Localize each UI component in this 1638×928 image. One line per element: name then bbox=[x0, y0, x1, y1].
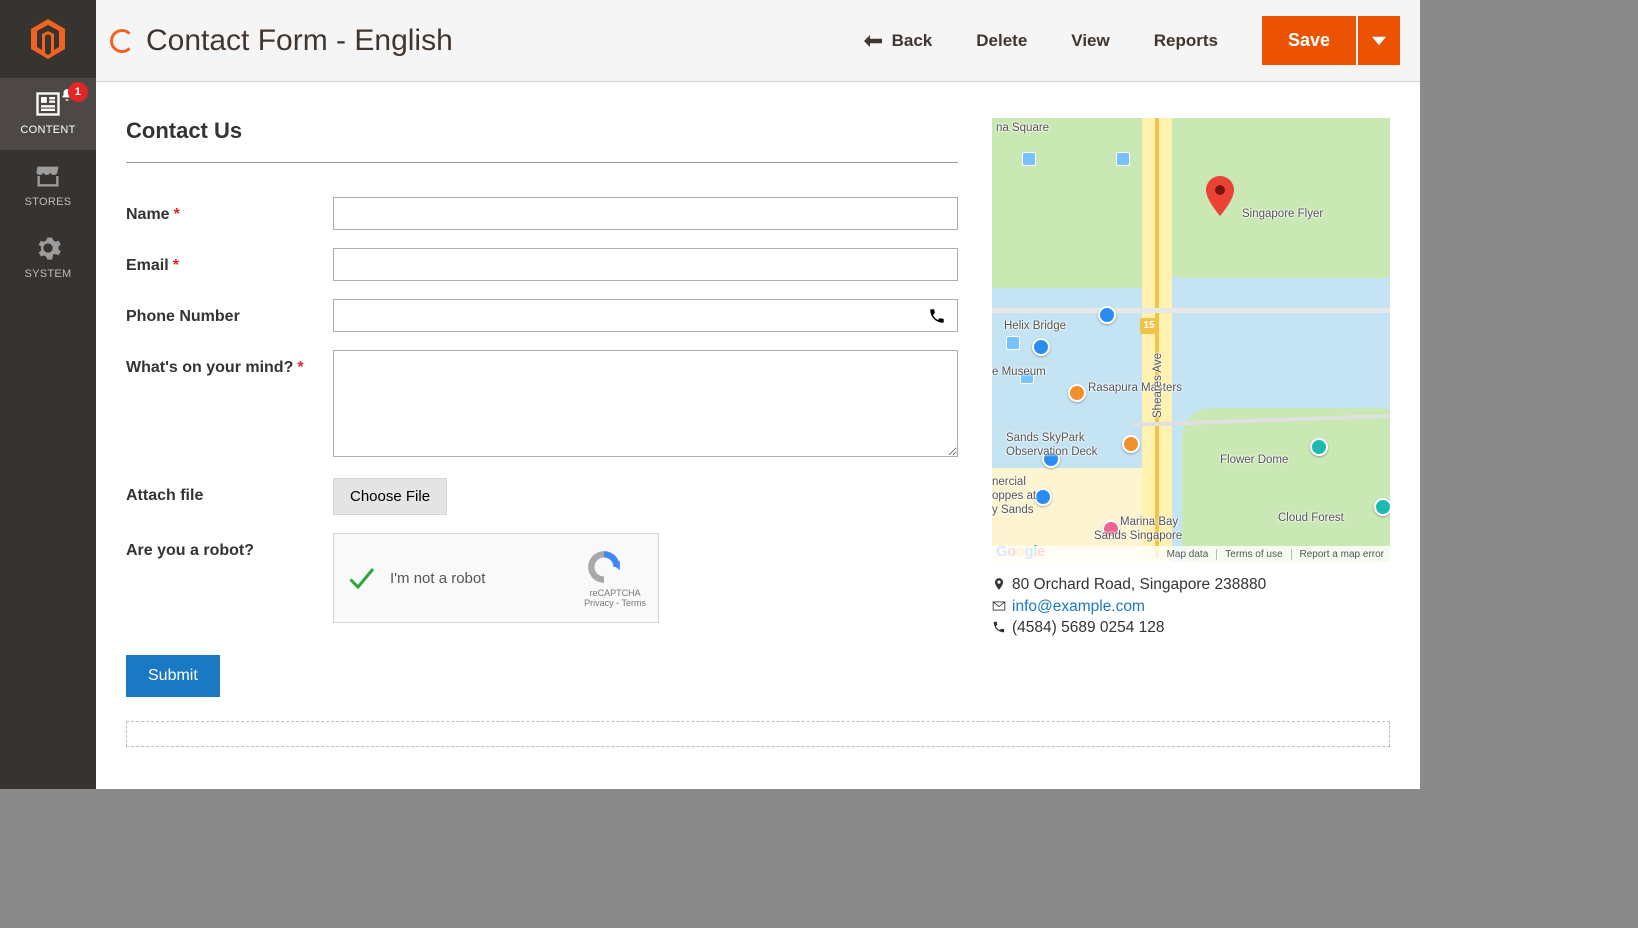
transit-icon bbox=[1022, 152, 1036, 166]
map-label: Sands Singapore bbox=[1094, 530, 1182, 542]
map-label: Observation Deck bbox=[1006, 446, 1097, 458]
map-label: Marina Bay bbox=[1120, 516, 1178, 528]
rail-label: CONTENT bbox=[20, 124, 75, 136]
arrow-left-icon bbox=[864, 34, 882, 48]
map-data-link[interactable]: Map data bbox=[1159, 549, 1209, 560]
side-column: 15 bbox=[992, 118, 1390, 639]
map-label: oppes at bbox=[992, 490, 1036, 502]
recaptcha-logo: reCAPTCHA Privacy - Terms bbox=[584, 548, 646, 608]
rail-label: STORES bbox=[25, 196, 72, 208]
delete-button[interactable]: Delete bbox=[976, 31, 1027, 51]
map-label: y Sands bbox=[992, 504, 1034, 516]
rail-label: SYSTEM bbox=[24, 268, 71, 280]
main-panel: Contact Form - English Back Delete View … bbox=[96, 0, 1420, 789]
map-pin-icon bbox=[992, 577, 1006, 591]
reports-button[interactable]: Reports bbox=[1154, 31, 1218, 51]
save-button[interactable]: Save bbox=[1262, 16, 1356, 65]
map-label: na Square bbox=[996, 122, 1049, 134]
robot-label: Are you a robot? bbox=[126, 533, 333, 560]
envelope-icon bbox=[992, 599, 1006, 613]
contact-meta: 80 Orchard Road, Singapore 238880 info@e… bbox=[992, 574, 1390, 639]
poi-icon bbox=[1032, 338, 1050, 356]
map-label: e Museum bbox=[992, 366, 1046, 378]
gear-icon bbox=[34, 234, 62, 262]
section-title: Contact Us bbox=[126, 118, 958, 144]
choose-file-button[interactable]: Choose File bbox=[333, 478, 447, 515]
poi-icon bbox=[1034, 488, 1052, 506]
map-footer: Map data Terms of use Report a map error bbox=[992, 546, 1390, 562]
phone-label: Phone Number bbox=[126, 299, 333, 326]
check-icon bbox=[346, 563, 376, 593]
email-input[interactable] bbox=[333, 248, 958, 281]
dropzone[interactable] bbox=[126, 721, 1390, 747]
map-label: Rasapura Masters bbox=[1088, 382, 1182, 394]
rail-item-system[interactable]: SYSTEM bbox=[0, 222, 96, 294]
phone-icon bbox=[928, 307, 946, 325]
attach-label: Attach file bbox=[126, 478, 333, 505]
magento-logo[interactable] bbox=[0, 0, 96, 78]
poi-icon bbox=[1374, 498, 1390, 516]
mind-label: What's on your mind?* bbox=[126, 350, 333, 377]
form-column: Contact Us Name* Email* Phone Number bbox=[126, 118, 958, 747]
contact-phone: (4584) 5689 0254 128 bbox=[992, 617, 1390, 639]
save-button-group: Save bbox=[1262, 16, 1400, 65]
content-icon bbox=[34, 90, 62, 118]
stores-icon bbox=[34, 162, 62, 190]
poi-icon bbox=[1068, 384, 1086, 402]
admin-rail: CONTENT 1 STORES SYSTEM bbox=[0, 0, 96, 789]
map-report-link[interactable]: Report a map error bbox=[1291, 549, 1384, 560]
name-label: Name* bbox=[126, 197, 333, 224]
email-label: Email* bbox=[126, 248, 333, 275]
map-label: Flower Dome bbox=[1220, 454, 1288, 466]
back-button[interactable]: Back bbox=[864, 31, 933, 51]
map-label: Singapore Flyer bbox=[1242, 208, 1323, 220]
poi-icon bbox=[1098, 306, 1116, 324]
recaptcha-text: I'm not a robot bbox=[390, 570, 584, 587]
transit-icon bbox=[1116, 152, 1130, 166]
topbar: Contact Form - English Back Delete View … bbox=[96, 0, 1420, 82]
save-dropdown-toggle[interactable] bbox=[1358, 16, 1400, 65]
notification-badge[interactable]: 1 bbox=[68, 82, 88, 102]
map-label: nercial bbox=[992, 476, 1026, 488]
map[interactable]: 15 bbox=[992, 118, 1390, 562]
contact-email-link[interactable]: info@example.com bbox=[1012, 598, 1145, 615]
map-label: Sands SkyPark bbox=[1006, 432, 1085, 444]
divider bbox=[126, 162, 958, 163]
map-label: Sheares Ave bbox=[1152, 353, 1164, 418]
spinner-icon bbox=[110, 29, 134, 53]
page-title: Contact Form - English bbox=[146, 24, 453, 58]
map-label: Helix Bridge bbox=[1004, 320, 1066, 332]
rail-item-stores[interactable]: STORES bbox=[0, 150, 96, 222]
content-area: Contact Us Name* Email* Phone Number bbox=[96, 82, 1420, 789]
chevron-down-icon bbox=[1372, 36, 1386, 46]
rail-item-content[interactable]: CONTENT 1 bbox=[0, 78, 96, 150]
map-terms-link[interactable]: Terms of use bbox=[1216, 549, 1282, 560]
poi-icon bbox=[1310, 438, 1328, 456]
submit-button[interactable]: Submit bbox=[126, 655, 220, 697]
contact-email-row: info@example.com bbox=[992, 596, 1390, 618]
contact-address: 80 Orchard Road, Singapore 238880 bbox=[992, 574, 1390, 596]
poi-icon bbox=[1122, 435, 1140, 453]
road-badge: 15 bbox=[1140, 318, 1158, 334]
map-pin-icon bbox=[1206, 176, 1234, 216]
map-label: Cloud Forest bbox=[1278, 512, 1344, 524]
recaptcha-widget[interactable]: I'm not a robot reCAPTCHA bbox=[333, 533, 659, 623]
transit-icon bbox=[1006, 336, 1020, 350]
phone-input[interactable] bbox=[333, 299, 958, 332]
message-textarea[interactable] bbox=[333, 350, 958, 457]
name-input[interactable] bbox=[333, 197, 958, 230]
view-button[interactable]: View bbox=[1071, 31, 1109, 51]
phone-icon bbox=[992, 620, 1006, 634]
